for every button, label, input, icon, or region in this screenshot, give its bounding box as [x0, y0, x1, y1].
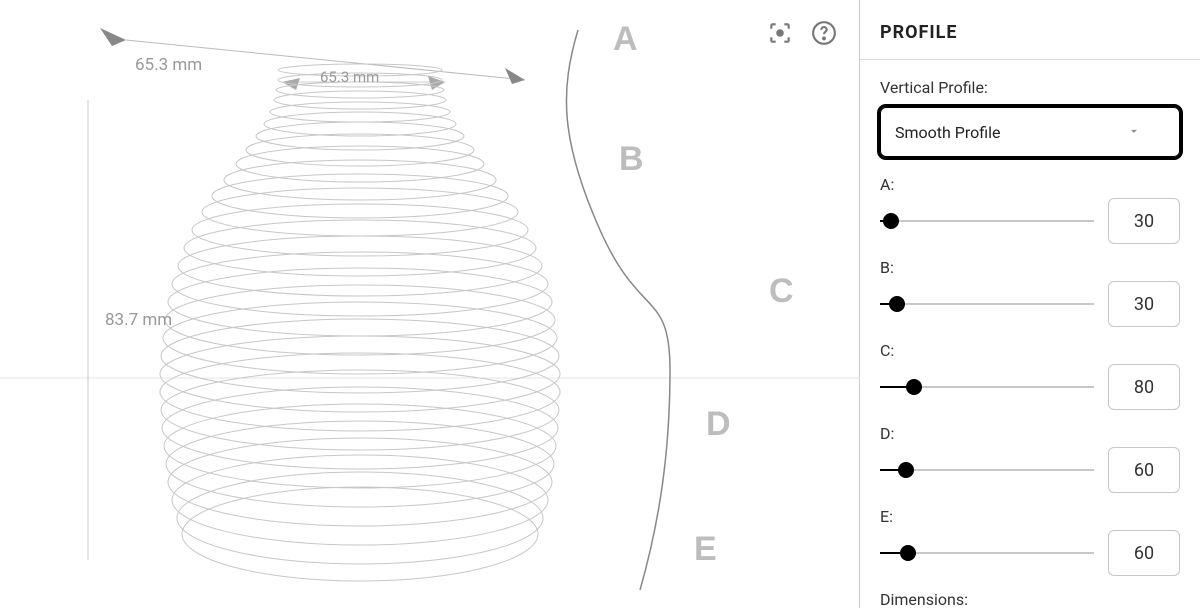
- profile-letter-b: B: [619, 140, 643, 179]
- panel-title: PROFILE: [880, 22, 1180, 43]
- vertical-profile-select[interactable]: Smooth Profile: [880, 107, 1180, 157]
- param-slider-4[interactable]: [880, 541, 1094, 565]
- param-label-4: E:: [880, 507, 1180, 526]
- dimensions-label: Dimensions:: [880, 590, 1180, 608]
- dim-height: 83.7 mm: [105, 310, 172, 330]
- param-slider-1[interactable]: [880, 292, 1094, 316]
- param-slider-3[interactable]: [880, 458, 1094, 482]
- profile-letter-a: A: [613, 20, 637, 59]
- param-slider-0[interactable]: [880, 209, 1094, 233]
- recenter-button[interactable]: [765, 18, 795, 48]
- help-button[interactable]: [809, 18, 839, 48]
- param-input-4[interactable]: 60: [1108, 530, 1180, 576]
- canvas-area[interactable]: 65.3 mm 65.3 mm 83.7 mm A B C D E: [0, 0, 860, 608]
- param-input-2[interactable]: 80: [1108, 364, 1180, 410]
- param-input-0[interactable]: 30: [1108, 198, 1180, 244]
- vase-wireframe: [0, 0, 860, 608]
- param-label-2: C:: [880, 341, 1180, 360]
- profile-panel: PROFILE Vertical Profile: Smooth Profile…: [860, 0, 1200, 608]
- profile-letter-d: D: [706, 405, 730, 444]
- profile-letter-e: E: [694, 530, 716, 569]
- param-slider-2[interactable]: [880, 375, 1094, 399]
- chevron-down-icon: [1127, 123, 1141, 142]
- vertical-profile-label: Vertical Profile:: [880, 78, 1180, 97]
- param-label-1: B:: [880, 258, 1180, 277]
- profile-letter-c: C: [769, 272, 793, 311]
- param-input-1[interactable]: 30: [1108, 281, 1180, 327]
- dim-top-width: 65.3 mm: [135, 55, 202, 75]
- param-label-0: A:: [880, 175, 1180, 194]
- vertical-profile-value: Smooth Profile: [895, 123, 1001, 142]
- param-label-3: D:: [880, 424, 1180, 443]
- param-input-3[interactable]: 60: [1108, 447, 1180, 493]
- dim-top-inner: 65.3 mm: [320, 68, 379, 86]
- panel-divider: [860, 59, 1200, 60]
